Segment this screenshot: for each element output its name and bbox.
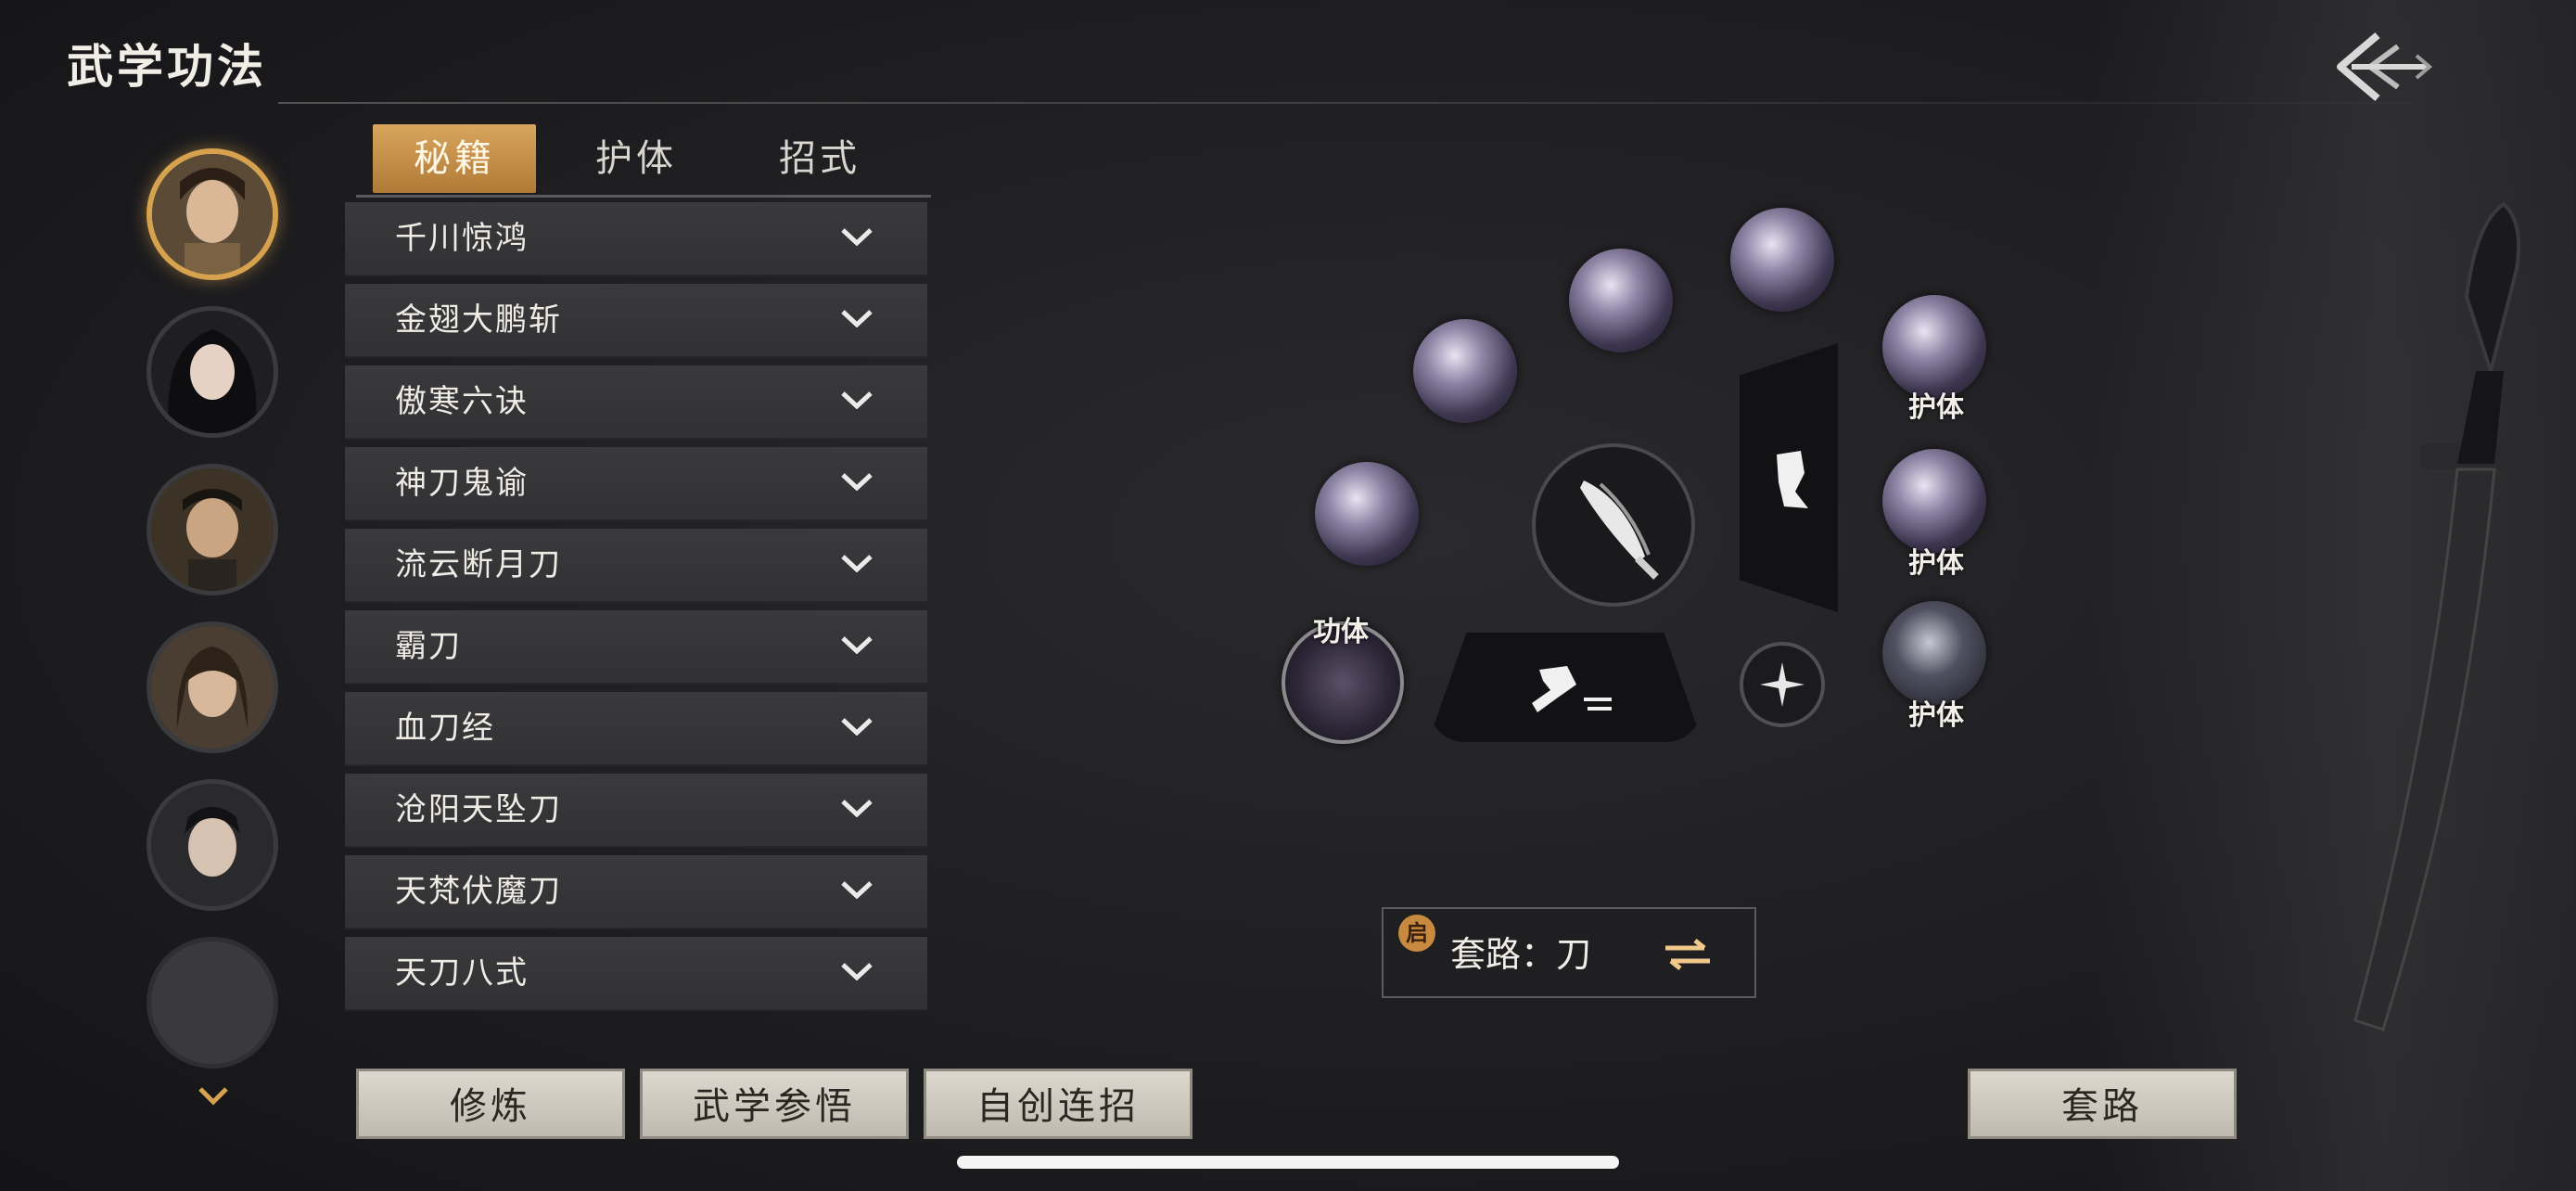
chevron-down-icon[interactable] — [840, 471, 874, 493]
skill-name: 千川惊鸿 — [395, 220, 529, 257]
skill-slot-orb[interactable] — [1569, 249, 1673, 352]
page-title: 武学功法 — [67, 39, 267, 94]
protection-tag: 护体 — [1908, 547, 1964, 580]
character-avatar[interactable] — [147, 306, 278, 438]
character-avatar[interactable] — [147, 779, 278, 911]
skill-name: 神刀鬼谕 — [395, 465, 529, 502]
tab-body-protection[interactable]: 护体 — [555, 124, 718, 193]
character-portrait-icon — [152, 154, 273, 275]
chevron-down-icon[interactable] — [840, 798, 874, 820]
title-divider — [278, 102, 2411, 104]
list-item[interactable]: 霸刀 — [345, 610, 927, 685]
dash-icon — [1777, 451, 1808, 508]
skill-slot-orb[interactable] — [1882, 449, 1986, 553]
list-item[interactable]: 流云断月刀 — [345, 529, 927, 603]
routine-button[interactable]: 套路 — [1968, 1069, 2237, 1139]
blade-icon — [1580, 480, 1659, 580]
skill-name: 金翅大鹏斩 — [395, 301, 562, 339]
character-avatar[interactable] — [147, 464, 278, 596]
protection-tag: 护体 — [1908, 699, 1964, 732]
skill-slot-orb[interactable] — [1882, 601, 1986, 705]
list-item[interactable]: 天梵伏魔刀 — [345, 855, 927, 929]
list-item[interactable]: 血刀经 — [345, 692, 927, 766]
character-portrait-icon — [151, 784, 274, 906]
skill-name: 天梵伏魔刀 — [395, 873, 562, 910]
chevron-down-icon[interactable] — [840, 553, 874, 575]
custom-combo-button[interactable]: 自创连招 — [924, 1069, 1192, 1139]
cultivate-button[interactable]: 修炼 — [356, 1069, 625, 1139]
skill-name: 沧阳天坠刀 — [395, 791, 562, 828]
skill-name: 流云断月刀 — [395, 546, 562, 583]
routine-label: 套路：刀 — [1450, 934, 1592, 975]
chevron-down-icon[interactable] — [840, 716, 874, 738]
chevron-down-icon[interactable] — [840, 308, 874, 330]
sparkle-plus-icon — [1760, 662, 1804, 707]
tab-secret-books[interactable]: 秘籍 — [373, 124, 536, 193]
chevron-down-icon[interactable] — [840, 879, 874, 902]
comprehend-button[interactable]: 武学参悟 — [640, 1069, 909, 1139]
swap-icon[interactable] — [1662, 937, 1714, 972]
skill-slot-orb[interactable] — [1730, 208, 1834, 312]
back-arrow-icon[interactable] — [2333, 28, 2435, 106]
tab-moves[interactable]: 招式 — [738, 124, 901, 193]
skill-name: 血刀经 — [395, 710, 495, 747]
routine-selector[interactable]: 启 套路：刀 — [1382, 907, 1756, 998]
body-technique-tag: 功体 — [1313, 616, 1369, 648]
list-item[interactable]: 天刀八式 — [345, 937, 927, 1011]
skill-slot-orb[interactable] — [1315, 462, 1419, 566]
skill-list: 千川惊鸿 金翅大鹏斩 傲寒六诀 神刀鬼谕 流云断月刀 霸刀 血刀经 沧阳天坠刀 … — [345, 202, 927, 1018]
skill-name: 天刀八式 — [395, 954, 529, 992]
movement-slot[interactable] — [1428, 633, 1702, 742]
skill-name: 霸刀 — [395, 628, 462, 665]
character-portrait-icon — [151, 311, 274, 433]
running-figure-icon — [1532, 666, 1612, 712]
chevron-down-icon[interactable] — [840, 961, 874, 983]
saber-icon — [2353, 201, 2531, 1031]
weapon-center-button[interactable] — [1532, 443, 1695, 607]
dodge-slot[interactable] — [1740, 343, 1838, 612]
add-move-button[interactable] — [1740, 642, 1825, 727]
character-portrait-icon — [151, 468, 274, 591]
enabled-badge: 启 — [1398, 915, 1435, 952]
scroll-down-chevron-icon[interactable] — [197, 1085, 230, 1108]
character-portrait-icon — [151, 626, 274, 749]
tabs-underline — [356, 195, 931, 198]
skill-name: 傲寒六诀 — [395, 383, 529, 420]
character-avatar[interactable] — [147, 621, 278, 753]
character-avatar[interactable] — [147, 148, 278, 280]
list-item[interactable]: 千川惊鸿 — [345, 202, 927, 276]
chevron-down-icon[interactable] — [840, 390, 874, 412]
list-item[interactable]: 沧阳天坠刀 — [345, 774, 927, 848]
list-item[interactable]: 神刀鬼谕 — [345, 447, 927, 521]
chevron-down-icon[interactable] — [840, 634, 874, 657]
list-item[interactable]: 傲寒六诀 — [345, 365, 927, 440]
skill-slot-orb[interactable] — [1413, 319, 1517, 423]
empty-avatar-slot[interactable] — [147, 937, 278, 1069]
home-indicator — [957, 1156, 1619, 1169]
list-item[interactable]: 金翅大鹏斩 — [345, 284, 927, 358]
protection-tag: 护体 — [1908, 391, 1964, 424]
category-tabs: 秘籍 护体 招式 — [356, 124, 931, 198]
chevron-down-icon[interactable] — [840, 226, 874, 249]
